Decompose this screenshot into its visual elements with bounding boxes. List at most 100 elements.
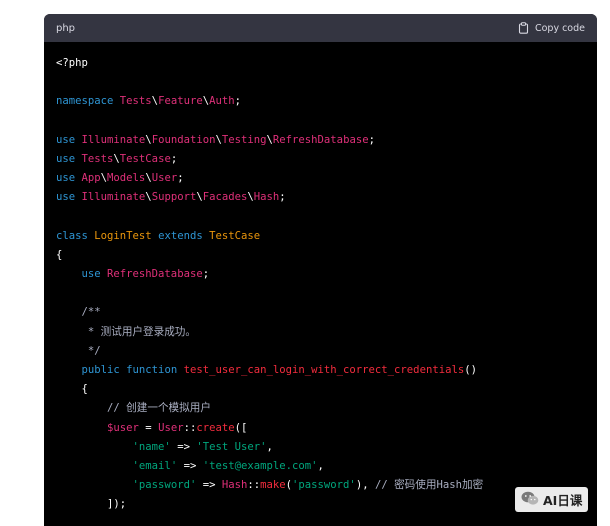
code-token: , — [317, 459, 324, 472]
code-token: User — [151, 172, 178, 185]
code-token: make — [260, 479, 286, 492]
code-token: :: — [183, 421, 197, 434]
code-token: 'Test User' — [196, 440, 267, 453]
code-line: use App\Models\User; — [56, 169, 597, 188]
code-token: TestCase — [119, 152, 171, 165]
code-token: public — [81, 364, 127, 376]
code-token: // 密码使用Hash加密 — [374, 479, 484, 492]
code-line: 'email' => 'test@example.com', — [56, 457, 597, 476]
code-token: 'name' — [132, 440, 171, 453]
code-token: Hash — [253, 191, 280, 204]
code-token: () — [464, 364, 477, 376]
code-header: php Copy code — [44, 14, 597, 42]
code-token: class — [56, 229, 95, 242]
code-token: Support — [151, 191, 197, 204]
clipboard-icon — [518, 22, 529, 34]
code-token: function — [126, 364, 184, 376]
code-token: User — [158, 421, 184, 434]
code-token: RefreshDatabase — [107, 268, 203, 281]
code-token: ; — [368, 133, 375, 146]
code-line: class LoginTest extends TestCase — [56, 227, 597, 246]
code-token: RefreshDatabase — [272, 133, 369, 146]
code-token: Illuminate — [81, 191, 146, 204]
code-token: Foundation — [151, 133, 216, 146]
code-token: => — [170, 440, 197, 453]
code-token: :: — [247, 479, 261, 492]
code-token: /** — [56, 306, 101, 319]
code-block: php Copy code <?php namespace Tests\Feat… — [44, 14, 597, 526]
code-token: <?php — [56, 57, 88, 69]
code-token: { — [56, 248, 63, 261]
code-token: ; — [234, 95, 242, 108]
code-token: LoginTest — [94, 229, 159, 242]
code-token: Auth — [209, 95, 235, 108]
code-line: * 测试用户登录成功。 — [56, 323, 597, 342]
code-line: { — [56, 246, 597, 265]
code-line: use Illuminate\Foundation\Testing\Refres… — [56, 131, 597, 150]
code-token: // 创建一个模拟用户 — [107, 402, 211, 415]
code-token: 'email' — [132, 459, 178, 472]
code-token: ; — [279, 191, 286, 204]
code-token: { — [56, 383, 88, 396]
code-token: App — [81, 172, 101, 185]
code-token: = — [138, 421, 159, 434]
code-token: Models — [107, 172, 146, 185]
copy-code-label: Copy code — [534, 22, 585, 34]
code-token: * 测试用户登录成功。 — [56, 325, 196, 338]
code-line: { — [56, 380, 597, 399]
copy-code-button[interactable]: Copy code — [518, 22, 585, 34]
code-token: Hash — [221, 479, 248, 492]
code-token: 'password' — [292, 479, 356, 492]
code-line: $user = User::create([ — [56, 419, 597, 438]
code-token: ), — [355, 479, 375, 492]
code-line: use Illuminate\Support\Facades\Hash; — [56, 188, 597, 207]
code-content[interactable]: <?php namespace Tests\Feature\Auth; use … — [44, 42, 597, 515]
code-line: */ — [56, 342, 597, 361]
code-token: Tests — [119, 95, 152, 108]
code-token: use — [56, 191, 82, 204]
code-token: use — [56, 172, 82, 185]
code-token: => — [177, 459, 203, 472]
code-token: TestCase — [209, 229, 261, 242]
code-token: ; — [202, 268, 210, 281]
code-token: extends — [158, 229, 210, 242]
code-token: ]); — [56, 498, 127, 511]
code-token: ; — [170, 152, 178, 165]
watermark: AI日课 — [515, 487, 589, 512]
code-token: use — [56, 152, 82, 165]
code-line: namespace Tests\Feature\Auth; — [56, 92, 597, 111]
code-token: $user — [107, 421, 139, 434]
code-line: use RefreshDatabase; — [56, 265, 597, 284]
code-token: Facades — [202, 191, 248, 204]
code-token: use — [81, 268, 108, 281]
code-token: Tests — [81, 152, 114, 165]
code-token: Illuminate — [81, 133, 146, 146]
code-token: test_user_can_login_with_correct_credent… — [183, 364, 465, 376]
code-token: => — [196, 479, 222, 492]
code-line: public function test_user_can_login_with… — [56, 361, 597, 380]
code-token: , — [266, 440, 273, 453]
code-token: 'test@example.com' — [202, 459, 318, 472]
code-line: /** — [56, 303, 597, 322]
code-token: Feature — [158, 95, 203, 108]
code-token: 'password' — [132, 479, 197, 492]
code-token: use — [56, 133, 82, 146]
code-token: namespace — [56, 95, 120, 108]
watermark-text: AI日课 — [543, 493, 583, 508]
code-token: create — [196, 421, 235, 434]
code-line: 'name' => 'Test User', — [56, 438, 597, 457]
code-line: <?php — [56, 54, 597, 73]
code-line: // 创建一个模拟用户 — [56, 399, 597, 418]
code-token: ([ — [234, 421, 248, 434]
